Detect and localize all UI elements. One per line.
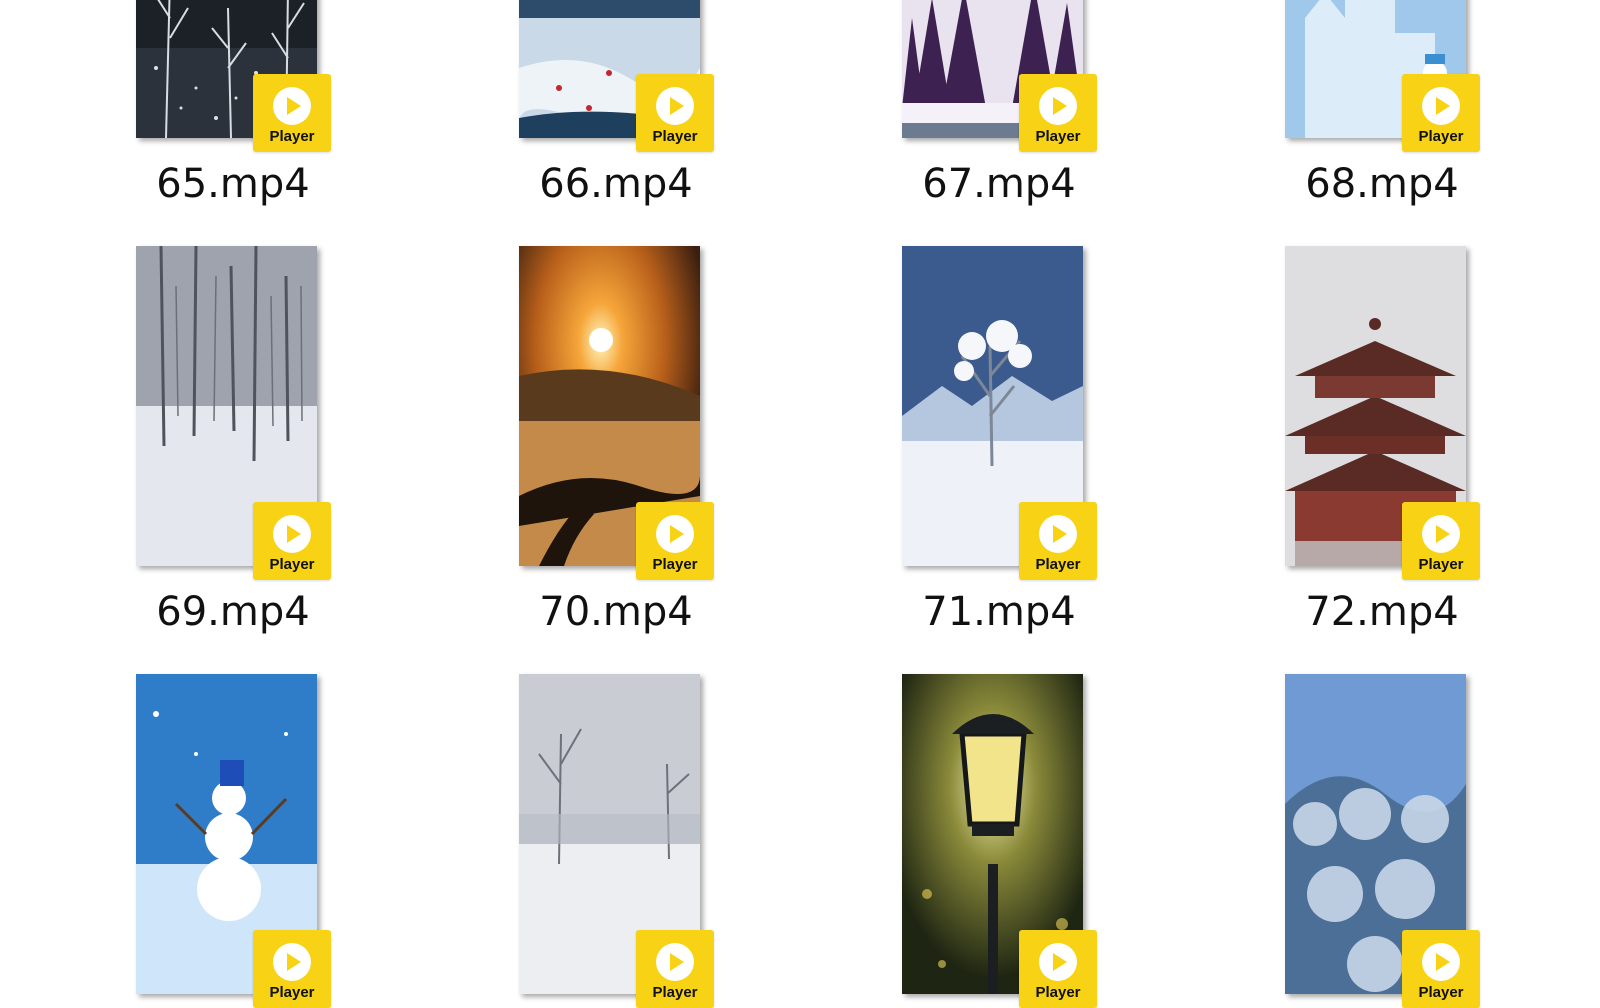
- play-circle-icon: [1039, 87, 1077, 125]
- player-badge-label: Player: [1418, 984, 1464, 1001]
- video-file-item[interactable]: Player: [519, 674, 749, 1008]
- file-name-label[interactable]: 69.mp4: [113, 589, 353, 635]
- video-file-item[interactable]: Player 66.mp4: [519, 0, 749, 207]
- player-badge-label: Player: [1418, 128, 1464, 145]
- player-badge: Player: [1019, 502, 1097, 580]
- player-badge-label: Player: [652, 984, 698, 1001]
- play-circle-icon: [1039, 943, 1077, 981]
- player-badge: Player: [636, 930, 714, 1008]
- player-badge-label: Player: [269, 128, 315, 145]
- player-badge: Player: [1402, 930, 1480, 1008]
- player-badge-label: Player: [652, 128, 698, 145]
- play-circle-icon: [273, 515, 311, 553]
- player-badge: Player: [1019, 74, 1097, 152]
- player-badge-label: Player: [1035, 556, 1081, 573]
- player-badge-label: Player: [269, 556, 315, 573]
- video-file-item[interactable]: Player 72.mp4: [1285, 246, 1515, 635]
- file-name-label[interactable]: 66.mp4: [496, 161, 736, 207]
- video-file-item[interactable]: Player 65.mp4: [136, 0, 366, 207]
- play-circle-icon: [1039, 515, 1077, 553]
- player-badge: Player: [1019, 930, 1097, 1008]
- file-name-label[interactable]: 68.mp4: [1262, 161, 1502, 207]
- play-circle-icon: [273, 943, 311, 981]
- file-name-label[interactable]: 70.mp4: [496, 589, 736, 635]
- play-circle-icon: [656, 87, 694, 125]
- player-badge-label: Player: [1035, 984, 1081, 1001]
- video-file-item[interactable]: Player: [136, 674, 366, 1008]
- file-name-label[interactable]: 72.mp4: [1262, 589, 1502, 635]
- player-badge-label: Player: [269, 984, 315, 1001]
- player-badge: Player: [1402, 74, 1480, 152]
- player-badge: Player: [1402, 502, 1480, 580]
- player-badge: Player: [636, 502, 714, 580]
- video-file-item[interactable]: Player 67.mp4: [902, 0, 1132, 207]
- play-circle-icon: [273, 87, 311, 125]
- video-file-item[interactable]: Player 71.mp4: [902, 246, 1132, 635]
- play-circle-icon: [656, 515, 694, 553]
- file-name-label[interactable]: 67.mp4: [879, 161, 1119, 207]
- player-badge: Player: [253, 74, 331, 152]
- player-badge: Player: [636, 74, 714, 152]
- player-badge-label: Player: [1418, 556, 1464, 573]
- file-name-label[interactable]: 71.mp4: [879, 589, 1119, 635]
- player-badge-label: Player: [1035, 128, 1081, 145]
- video-file-item[interactable]: Player: [902, 674, 1132, 1008]
- file-grid: Player 65.mp4 Player 66.mp4 Player 67.mp4 P…: [0, 0, 1600, 1008]
- player-badge-label: Player: [652, 556, 698, 573]
- play-circle-icon: [1422, 87, 1460, 125]
- video-file-item[interactable]: Player 69.mp4: [136, 246, 366, 635]
- file-name-label[interactable]: 65.mp4: [113, 161, 353, 207]
- play-circle-icon: [1422, 515, 1460, 553]
- video-file-item[interactable]: Player 68.mp4: [1285, 0, 1515, 207]
- play-circle-icon: [1422, 943, 1460, 981]
- player-badge: Player: [253, 930, 331, 1008]
- video-file-item[interactable]: Player: [1285, 674, 1515, 1008]
- play-circle-icon: [656, 943, 694, 981]
- video-file-item[interactable]: Player 70.mp4: [519, 246, 749, 635]
- player-badge: Player: [253, 502, 331, 580]
